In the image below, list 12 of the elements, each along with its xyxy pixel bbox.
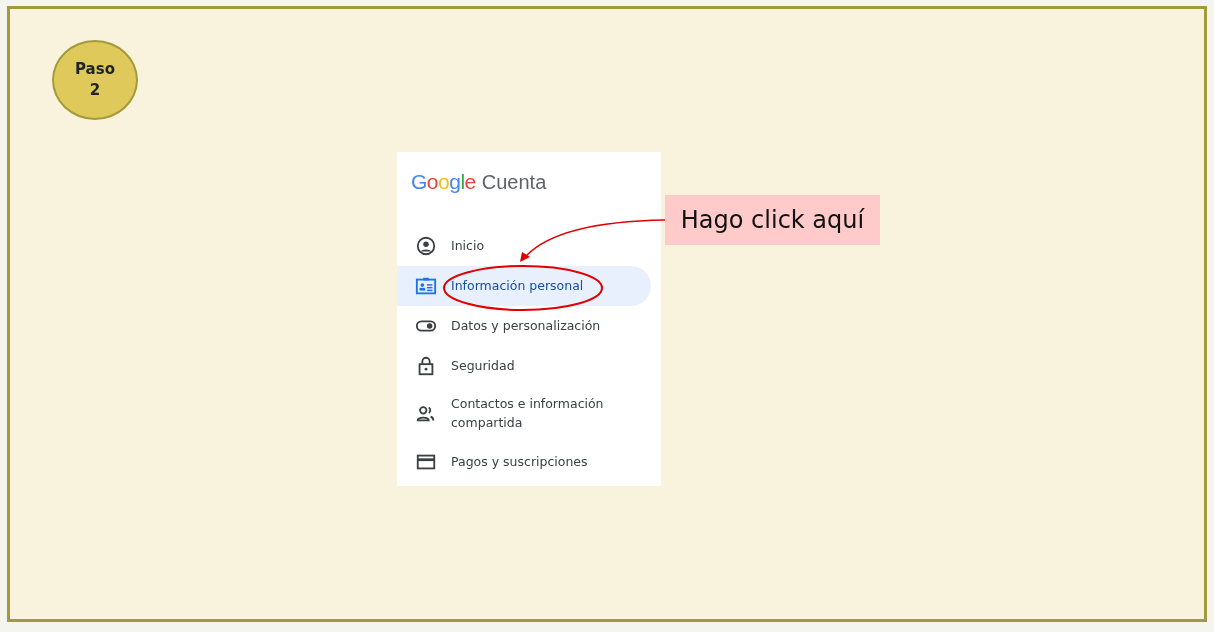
callout-label: Hago click aquí	[665, 195, 880, 245]
account-circle-icon	[415, 235, 437, 257]
menu-item[interactable]: Información personal	[397, 266, 651, 306]
menu-item[interactable]: Contactos e información compartida	[397, 386, 651, 442]
menu-item[interactable]: Pagos y suscripciones	[397, 442, 651, 482]
menu-item[interactable]: Datos y personalización	[397, 306, 651, 346]
product-title: Cuenta	[481, 170, 547, 195]
id-card-icon	[415, 275, 437, 297]
menu-item[interactable]: Inicio	[397, 226, 651, 266]
menu-item[interactable]: Seguridad	[397, 346, 651, 386]
logo-wordmark: Google	[411, 169, 476, 195]
step-badge: Paso 2	[52, 40, 138, 120]
